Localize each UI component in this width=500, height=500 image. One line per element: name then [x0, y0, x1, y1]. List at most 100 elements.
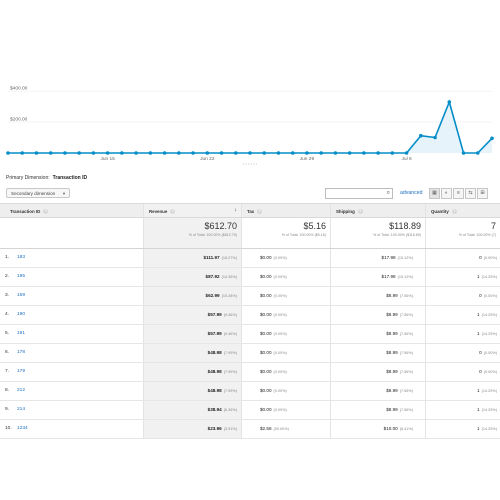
tax-cell: $0.00 (0.00%) — [260, 293, 287, 298]
table-body: 1. 183 $111.97 (18.27%) $0.00 (0.00%) $17.98 (1… — [0, 249, 500, 439]
transaction-id-link[interactable]: 195 — [17, 274, 25, 279]
transactions-table: Transaction ID? Revenue? ↓ Tax? Shipping… — [0, 203, 500, 439]
data-point[interactable] — [305, 151, 309, 155]
pie-view-icon[interactable]: ◐ — [441, 188, 452, 199]
revenue-cell: $57.99 (9.46%) — [207, 331, 237, 336]
data-point[interactable] — [63, 151, 67, 155]
data-point[interactable] — [91, 151, 96, 155]
header-shipping[interactable]: Shipping? — [330, 204, 425, 217]
quantity-cell: 0 (0.00%) — [479, 293, 497, 298]
data-point[interactable] — [290, 151, 295, 155]
advanced-filter-link[interactable]: advanced — [400, 190, 423, 196]
data-point[interactable] — [376, 151, 380, 155]
primary-dimension-value[interactable]: Transaction ID — [53, 175, 87, 181]
pivot-view-icon[interactable]: ⊞ — [477, 188, 488, 199]
revenue-cell: $48.98 (7.99%) — [207, 369, 237, 374]
data-point[interactable] — [419, 133, 423, 138]
row-index: 1. — [5, 255, 10, 260]
table-row: 6. 178 $48.98 (7.99%) $0.00 (0.00%) $8.99 (7.56… — [0, 344, 500, 363]
transaction-id-link[interactable]: 190 — [17, 312, 25, 317]
data-point[interactable] — [248, 151, 252, 155]
transaction-id-link[interactable]: 212 — [17, 388, 25, 393]
data-point[interactable] — [134, 151, 138, 155]
data-point[interactable] — [177, 151, 181, 155]
help-icon[interactable]: ? — [43, 209, 49, 215]
data-point[interactable] — [191, 151, 195, 155]
data-point[interactable] — [490, 136, 494, 141]
header-transaction-id[interactable]: Transaction ID? — [0, 204, 143, 217]
help-icon[interactable]: ? — [170, 209, 176, 215]
data-point[interactable] — [447, 100, 452, 104]
shipping-cell: $8.99 (7.56%) — [386, 388, 413, 393]
tax-cell: $0.00 (0.00%) — [260, 369, 287, 374]
data-point[interactable] — [319, 151, 323, 155]
help-icon[interactable]: ? — [357, 209, 363, 215]
bar-view-icon[interactable]: ≡ — [453, 188, 464, 199]
transaction-id-link[interactable]: 179 — [17, 369, 25, 374]
data-point[interactable] — [404, 151, 409, 155]
shipping-cell: $10.00 (8.41%) — [383, 426, 413, 431]
quantity-cell: 1 (14.29%) — [477, 274, 497, 279]
total-revenue: $612.70 % of Total: 100.00% ($612.70) — [143, 218, 241, 248]
revenue-cell: $48.98 (7.99%) — [207, 388, 237, 393]
data-point[interactable] — [433, 135, 437, 140]
help-icon[interactable]: ? — [257, 209, 263, 215]
data-point[interactable] — [205, 151, 210, 155]
revenue-cell: $23.96 (3.91%) — [207, 426, 237, 431]
table-row: 7. 179 $48.98 (7.99%) $0.00 (0.00%) $8.99 (7.56… — [0, 363, 500, 382]
data-point[interactable] — [262, 151, 267, 155]
x-tick-label: Jun 15 — [100, 156, 115, 162]
data-point[interactable] — [148, 151, 153, 155]
header-revenue[interactable]: Revenue? ↓ — [143, 204, 241, 217]
x-tick-label: Jun 22 — [200, 156, 215, 162]
secondary-dimension-label: Secondary dimension — [11, 191, 56, 196]
help-icon[interactable]: ? — [451, 209, 457, 215]
data-point[interactable] — [219, 151, 224, 155]
data-point[interactable] — [105, 151, 110, 155]
table-header: Transaction ID? Revenue? ↓ Tax? Shipping… — [0, 203, 500, 218]
row-index: 2. — [5, 274, 10, 279]
row-index: 9. — [5, 407, 10, 412]
view-switcher: ▦ ◐ ≡ ⇆ ⊞ — [429, 188, 488, 199]
transaction-id-link[interactable]: 1234 — [17, 426, 28, 431]
secondary-dimension-dropdown[interactable]: Secondary dimension ▼ — [6, 188, 70, 198]
transaction-id-link[interactable]: 169 — [17, 293, 25, 298]
data-point[interactable] — [333, 151, 338, 155]
data-point[interactable] — [120, 151, 124, 155]
table-view-icon[interactable]: ▦ — [429, 188, 440, 199]
data-point[interactable] — [162, 151, 167, 155]
data-point[interactable] — [347, 151, 352, 155]
table-row: 4. 190 $57.99 (9.46%) $0.00 (0.00%) $8.99 (7.56… — [0, 306, 500, 325]
totals-row: $612.70 % of Total: 100.00% ($612.70) $5… — [0, 218, 500, 249]
chart-resize-handle[interactable]: • • • • • • — [243, 161, 258, 166]
shipping-cell: $8.99 (7.56%) — [386, 293, 413, 298]
data-point[interactable] — [461, 151, 466, 155]
transaction-id-link[interactable]: 214 — [17, 407, 25, 412]
data-point[interactable] — [362, 151, 366, 155]
transaction-id-link[interactable]: 178 — [17, 350, 25, 355]
data-point[interactable] — [233, 151, 238, 155]
comparison-view-icon[interactable]: ⇆ — [465, 188, 476, 199]
data-point[interactable] — [34, 151, 39, 155]
table-row: 1. 183 $111.97 (18.27%) $0.00 (0.00%) $17.98 (1… — [0, 249, 500, 268]
search-icon[interactable]: ⌕ — [387, 190, 390, 197]
header-quantity[interactable]: Quantity? — [425, 204, 500, 217]
data-point[interactable] — [20, 151, 25, 155]
transaction-id-link[interactable]: 183 — [17, 255, 25, 260]
data-point[interactable] — [77, 151, 81, 155]
revenue-cell: $62.99 (10.28%) — [205, 293, 237, 298]
tax-cell: $0.00 (0.00%) — [260, 312, 287, 317]
table-search-input[interactable]: ⌕ — [325, 188, 393, 199]
shipping-cell: $8.99 (7.56%) — [386, 369, 413, 374]
data-point[interactable] — [475, 151, 480, 155]
data-point[interactable] — [48, 151, 53, 155]
data-point[interactable] — [6, 151, 10, 155]
chart-svg: $200.00 $400.00 Jun 15 Jun 22 Jun 29 Jul 6 • •… — [6, 86, 494, 166]
sort-descending-icon[interactable]: ↓ — [234, 207, 237, 213]
transaction-id-link[interactable]: 191 — [17, 331, 25, 336]
row-index: 7. — [5, 369, 10, 374]
data-point[interactable] — [390, 151, 395, 155]
data-point[interactable] — [276, 151, 281, 155]
header-tax[interactable]: Tax? — [241, 204, 330, 217]
shipping-cell: $8.99 (7.56%) — [386, 350, 413, 355]
